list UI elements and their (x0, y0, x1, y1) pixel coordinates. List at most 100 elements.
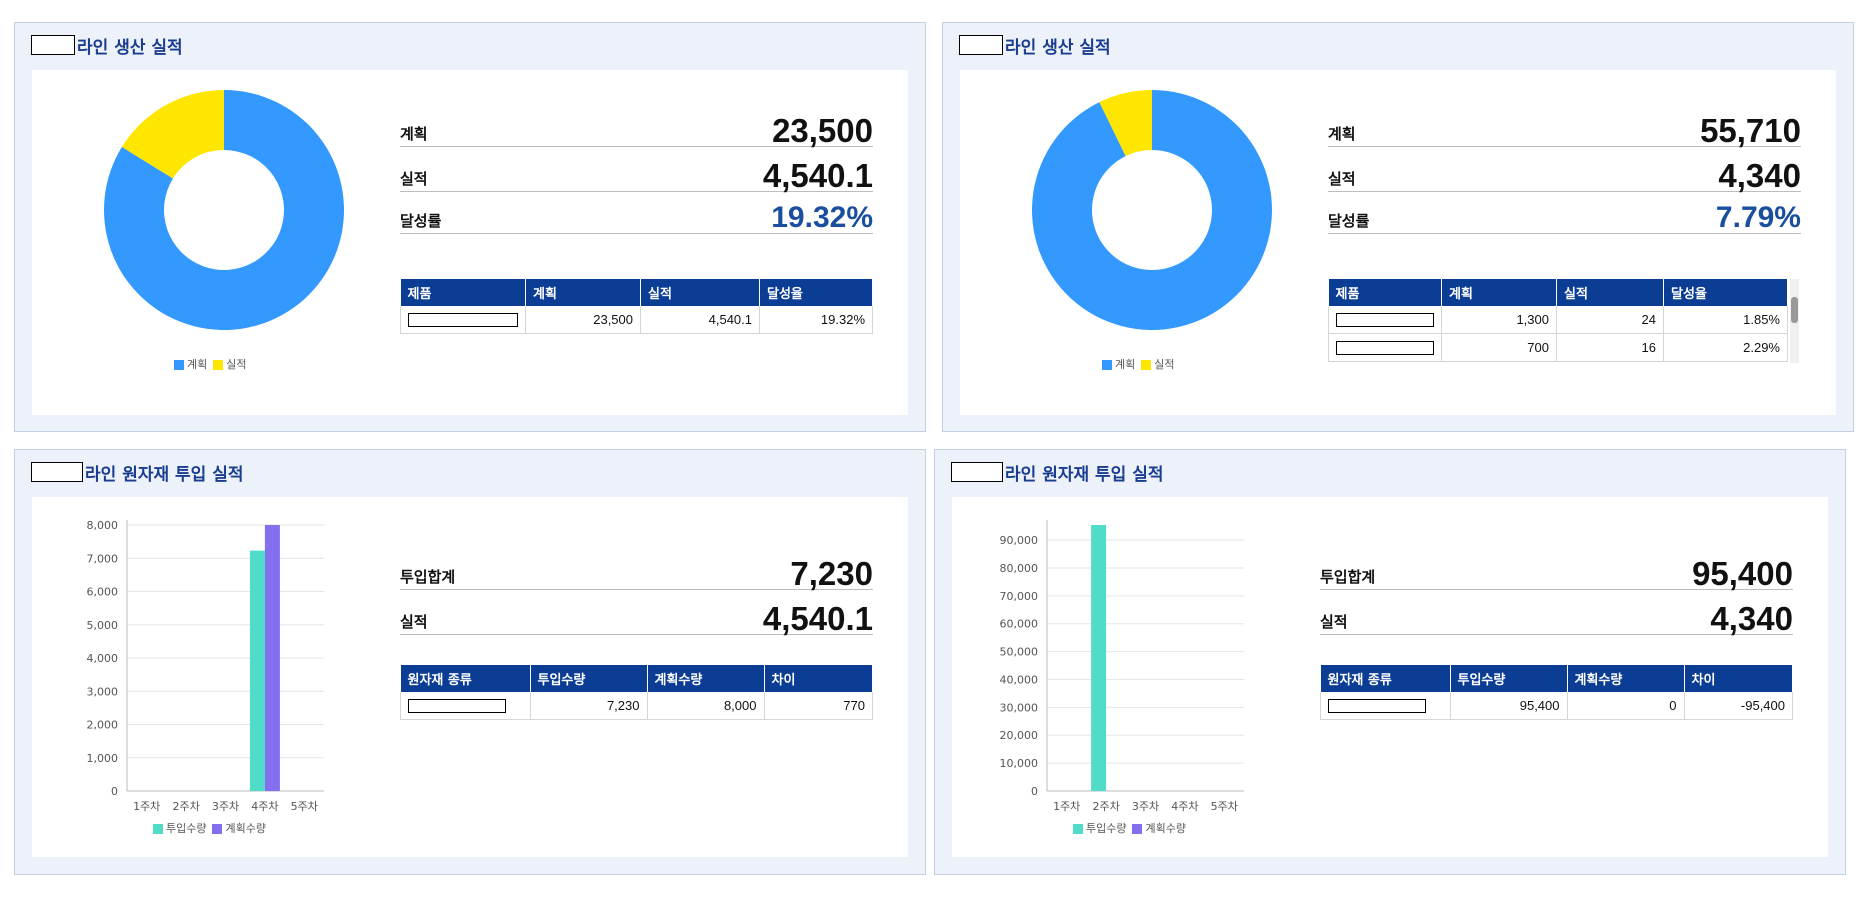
table-row[interactable]: 95,400 0 -95,400 (1320, 692, 1793, 720)
legend-swatch-planned (212, 824, 223, 834)
table-cell: 7,230 (530, 692, 648, 720)
panel-title: 라인 원자재 투입 실적 (31, 460, 244, 485)
legend-swatch-input (153, 824, 163, 834)
legend-label: 계획수량 (1145, 822, 1186, 835)
legend-label: 실적 (226, 358, 247, 371)
x-tick-label: 5주차 (1211, 800, 1238, 813)
production-table: 제품 계획 실적 달성율 1,300 24 1.85% 700 16 2.29% (1328, 279, 1788, 362)
x-tick-label: 3주차 (1132, 800, 1159, 813)
kpi-actual: 실적 4,540.1 (400, 157, 873, 194)
table-row[interactable]: 7,230 8,000 770 (400, 692, 873, 720)
panel-material-1: 라인 원자재 투입 실적 0 1,000 2,000 3,000 4,000 5,000 6… (14, 449, 926, 875)
table-cell: 23,500 (525, 306, 641, 334)
redacted-line-name (31, 35, 75, 55)
kpi-label: 계획 (400, 125, 428, 143)
legend-label: 계획 (1115, 358, 1136, 371)
table-cell: 700 (1441, 333, 1557, 362)
material-table: 원자재 종류 투입수량 계획수량 차이 7,230 8,000 770 (400, 665, 873, 720)
panel-title-text: 라인 생산 실적 (77, 37, 183, 58)
legend-item-plan: 계획 (1102, 356, 1135, 372)
kpi-plan: 계획 23,500 (400, 112, 873, 149)
legend-item-actual: 실적 (213, 356, 247, 372)
table-header: 투입수량 (530, 665, 648, 692)
table-row[interactable]: 1,300 24 1.85% (1328, 306, 1788, 334)
redacted-material (1328, 699, 1426, 714)
legend-label: 계획수량 (225, 822, 266, 835)
y-tick-label: 8,000 (87, 519, 119, 532)
x-tick-label: 2주차 (1092, 800, 1119, 813)
y-tick-label: 2,000 (87, 719, 119, 732)
legend-item-planned: 계획수량 (212, 820, 266, 836)
panel-body: 계획 실적 계획 23,500 실적 4,540.1 달성률 19.32% 제품… (32, 70, 908, 415)
legend-swatch-actual (1141, 360, 1152, 370)
kpi-label: 계획 (1328, 125, 1356, 143)
kpi-value: 4,540.1 (762, 600, 873, 637)
x-tick-label: 1주차 (1053, 800, 1080, 813)
redacted-line-name (959, 35, 1003, 55)
product-cell (1328, 333, 1442, 362)
donut-chart (1032, 90, 1272, 330)
table-cell: 1.85% (1663, 306, 1788, 334)
table-header: 달성율 (1663, 279, 1788, 306)
x-tick-label: 1주차 (133, 800, 160, 813)
kpi-label: 투입합계 (400, 568, 456, 586)
panel-title-text: 라인 원자재 투입 실적 (85, 464, 244, 485)
table-scrollbar[interactable] (1790, 279, 1799, 363)
kpi-label: 실적 (400, 613, 428, 631)
table-header: 실적 (1556, 279, 1664, 306)
y-tick-label: 20,000 (1000, 729, 1039, 742)
panel-body: 계획 실적 계획 55,710 실적 4,340 달성률 7.79% 제품 계획… (960, 70, 1836, 415)
table-cell: 770 (764, 692, 873, 720)
table-header: 계획 (1441, 279, 1557, 306)
panel-material-2: 라인 원자재 투입 실적 0 10,000 20,000 30,000 40,000 50… (934, 449, 1846, 875)
panel-production-1: 라인 생산 실적 계획 실적 계획 23,500 실적 4,540.1 달성률 … (14, 22, 926, 432)
table-header-row: 제품 계획 실적 달성율 (400, 279, 873, 306)
legend-swatch-actual (213, 360, 224, 370)
table-cell: 1,300 (1441, 306, 1557, 334)
redacted-product (1336, 313, 1434, 328)
table-row[interactable]: 700 16 2.29% (1328, 333, 1788, 362)
donut-chart (104, 90, 344, 330)
redacted-line-name (31, 462, 83, 482)
table-header-row: 원자재 종류 투입수량 계획수량 차이 (400, 665, 873, 692)
kpi-label: 투입합계 (1320, 568, 1376, 586)
kpi-rate: 달성률 7.79% (1328, 199, 1801, 234)
x-tick-label: 4주차 (1171, 800, 1198, 813)
x-tick-label: 4주차 (251, 800, 278, 813)
kpi-input-total: 투입합계 7,230 (400, 555, 873, 592)
kpi-value: 55,710 (1700, 112, 1801, 149)
y-tick-label: 90,000 (1000, 534, 1039, 547)
kpi-value: 7,230 (790, 555, 873, 592)
table-header: 계획수량 (647, 665, 765, 692)
kpi-actual: 실적 4,540.1 (400, 600, 873, 637)
bar-chart: 0 1,000 2,000 3,000 4,000 5,000 6,000 7,000 8,00… (87, 519, 324, 813)
kpi-actual: 실적 4,340 (1320, 600, 1793, 637)
y-tick-label: 50,000 (1000, 646, 1039, 659)
y-tick-label: 0 (111, 785, 118, 798)
table-header: 투입수량 (1450, 665, 1568, 692)
legend-swatch-planned (1132, 824, 1143, 834)
panel-body: 0 1,000 2,000 3,000 4,000 5,000 6,000 7,000 8,00… (32, 497, 908, 857)
y-tick-label: 30,000 (1000, 701, 1039, 714)
table-header: 제품 (400, 279, 526, 306)
product-cell (400, 306, 526, 334)
y-tick-label: 6,000 (87, 586, 119, 599)
bar-chart: 0 10,000 20,000 30,000 40,000 50,000 60,000 70,… (1000, 520, 1244, 813)
y-tick-label: 10,000 (1000, 757, 1039, 770)
redacted-product (408, 313, 518, 328)
kpi-actual: 실적 4,340 (1328, 157, 1801, 194)
panel-title-text: 라인 원자재 투입 실적 (1005, 464, 1164, 485)
table-header: 원자재 종류 (400, 665, 531, 692)
scrollbar-thumb[interactable] (1791, 297, 1798, 323)
table-row[interactable]: 23,500 4,540.1 19.32% (400, 306, 873, 334)
table-header: 계획수량 (1567, 665, 1685, 692)
panel-title: 라인 생산 실적 (959, 33, 1111, 58)
kpi-value: 19.32% (771, 201, 873, 234)
bar-input (249, 550, 265, 791)
legend-swatch-plan (1102, 360, 1112, 370)
production-table: 제품 계획 실적 달성율 23,500 4,540.1 19.32% (400, 279, 873, 334)
table-header: 달성율 (759, 279, 873, 306)
x-tick-label: 5주차 (291, 800, 318, 813)
table-cell: 95,400 (1450, 692, 1568, 720)
y-tick-label: 80,000 (1000, 562, 1039, 575)
